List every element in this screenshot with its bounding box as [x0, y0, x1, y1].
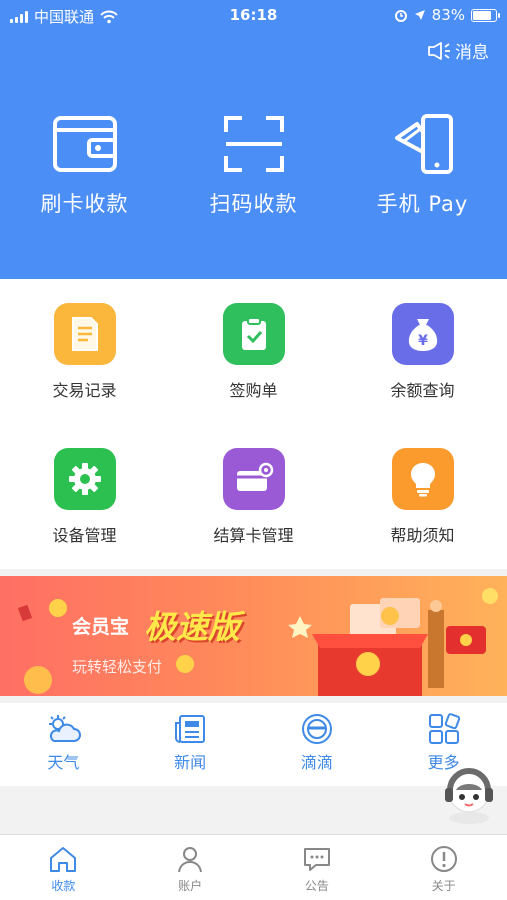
tab-bar: 收款 账户 公告 关于: [0, 834, 507, 900]
devices-label: 设备管理: [52, 526, 117, 545]
help-label: 帮助须知: [390, 526, 455, 545]
scan-icon: [223, 116, 284, 172]
info-icon: [430, 846, 457, 872]
clipboard-check-icon: [222, 303, 285, 365]
tab-announcements-label: 公告: [304, 879, 329, 893]
feature-grid: 交易记录 签购单 ¥ 余额查询 设备管理 结算卡管理 帮助须知: [0, 279, 507, 569]
lightbulb-icon: [391, 448, 454, 510]
wallet-icon: [52, 116, 117, 172]
devices-button[interactable]: 设备管理: [0, 424, 169, 569]
balance-label: 余额查询: [390, 381, 455, 400]
battery-icon: [471, 8, 500, 22]
battery-percent: 83%: [431, 6, 465, 24]
tab-collect[interactable]: 收款: [0, 835, 127, 900]
user-icon: [178, 847, 203, 873]
phone-pay-icon: [394, 114, 453, 174]
quick-link-weather-label: 天气: [47, 753, 80, 772]
tab-announcements[interactable]: 公告: [254, 835, 381, 900]
card-payment-label: 刷卡收款: [40, 192, 129, 216]
balance-button[interactable]: ¥ 余额查询: [338, 279, 507, 424]
chat-icon: [303, 848, 330, 871]
gear-icon: [53, 448, 116, 510]
status-bar: 中国联通 16:18 83%: [0, 0, 507, 30]
home-icon: [50, 847, 77, 872]
phone-pay-label: 手机 Pay: [376, 192, 469, 216]
scan-payment-button[interactable]: 扫码收款: [169, 112, 338, 218]
location-icon: [414, 10, 425, 20]
card-settings-icon: [222, 448, 285, 510]
weather-icon: [49, 715, 82, 742]
settlement-card-button[interactable]: 结算卡管理: [169, 424, 338, 569]
money-bag-icon: ¥: [391, 303, 454, 365]
didi-icon: [301, 714, 332, 744]
customer-service-icon: [445, 768, 493, 824]
banner-highlight: 极速版: [144, 608, 241, 646]
header-panel: 中国联通 16:18 83% 消息 刷卡收款 扫码收款 手机 Pay: [0, 0, 507, 279]
messages-button[interactable]: 消息: [427, 38, 489, 63]
tab-account[interactable]: 账户: [127, 835, 254, 900]
transactions-label: 交易记录: [52, 381, 117, 400]
quick-link-didi[interactable]: 滴滴: [254, 703, 381, 786]
phone-pay-button[interactable]: 手机 Pay: [338, 112, 507, 218]
quick-link-news-label: 新闻: [174, 753, 207, 772]
messages-label: 消息: [455, 43, 489, 63]
customer-service-button[interactable]: [440, 762, 498, 826]
settlement-card-label: 结算卡管理: [213, 526, 294, 545]
banner-brand: 会员宝: [72, 616, 130, 638]
promo-banner[interactable]: 会员宝 极速版 玩转轻松支付: [0, 576, 507, 696]
more-apps-icon: [428, 713, 460, 744]
quick-links: 天气 新闻 滴滴 更多: [0, 703, 507, 786]
transactions-button[interactable]: 交易记录: [0, 279, 169, 424]
quick-link-news[interactable]: 新闻: [127, 703, 254, 786]
quick-link-weather[interactable]: 天气: [0, 703, 127, 786]
banner-subtitle: 玩转轻松支付: [72, 658, 163, 676]
alarm-icon: [394, 10, 407, 22]
megaphone-icon: [428, 41, 450, 60]
tab-collect-label: 收款: [51, 879, 76, 893]
document-icon: [53, 303, 116, 365]
scan-payment-label: 扫码收款: [209, 192, 298, 216]
quick-link-didi-label: 滴滴: [300, 753, 333, 772]
tab-about-label: 关于: [431, 879, 456, 893]
svg-text:¥: ¥: [418, 333, 428, 349]
tab-account-label: 账户: [178, 879, 203, 893]
card-payment-button[interactable]: 刷卡收款: [0, 112, 169, 218]
help-button[interactable]: 帮助须知: [338, 424, 507, 569]
receipts-button[interactable]: 签购单: [169, 279, 338, 424]
tab-about[interactable]: 关于: [380, 835, 507, 900]
receipts-label: 签购单: [229, 381, 278, 400]
news-icon: [175, 715, 206, 743]
